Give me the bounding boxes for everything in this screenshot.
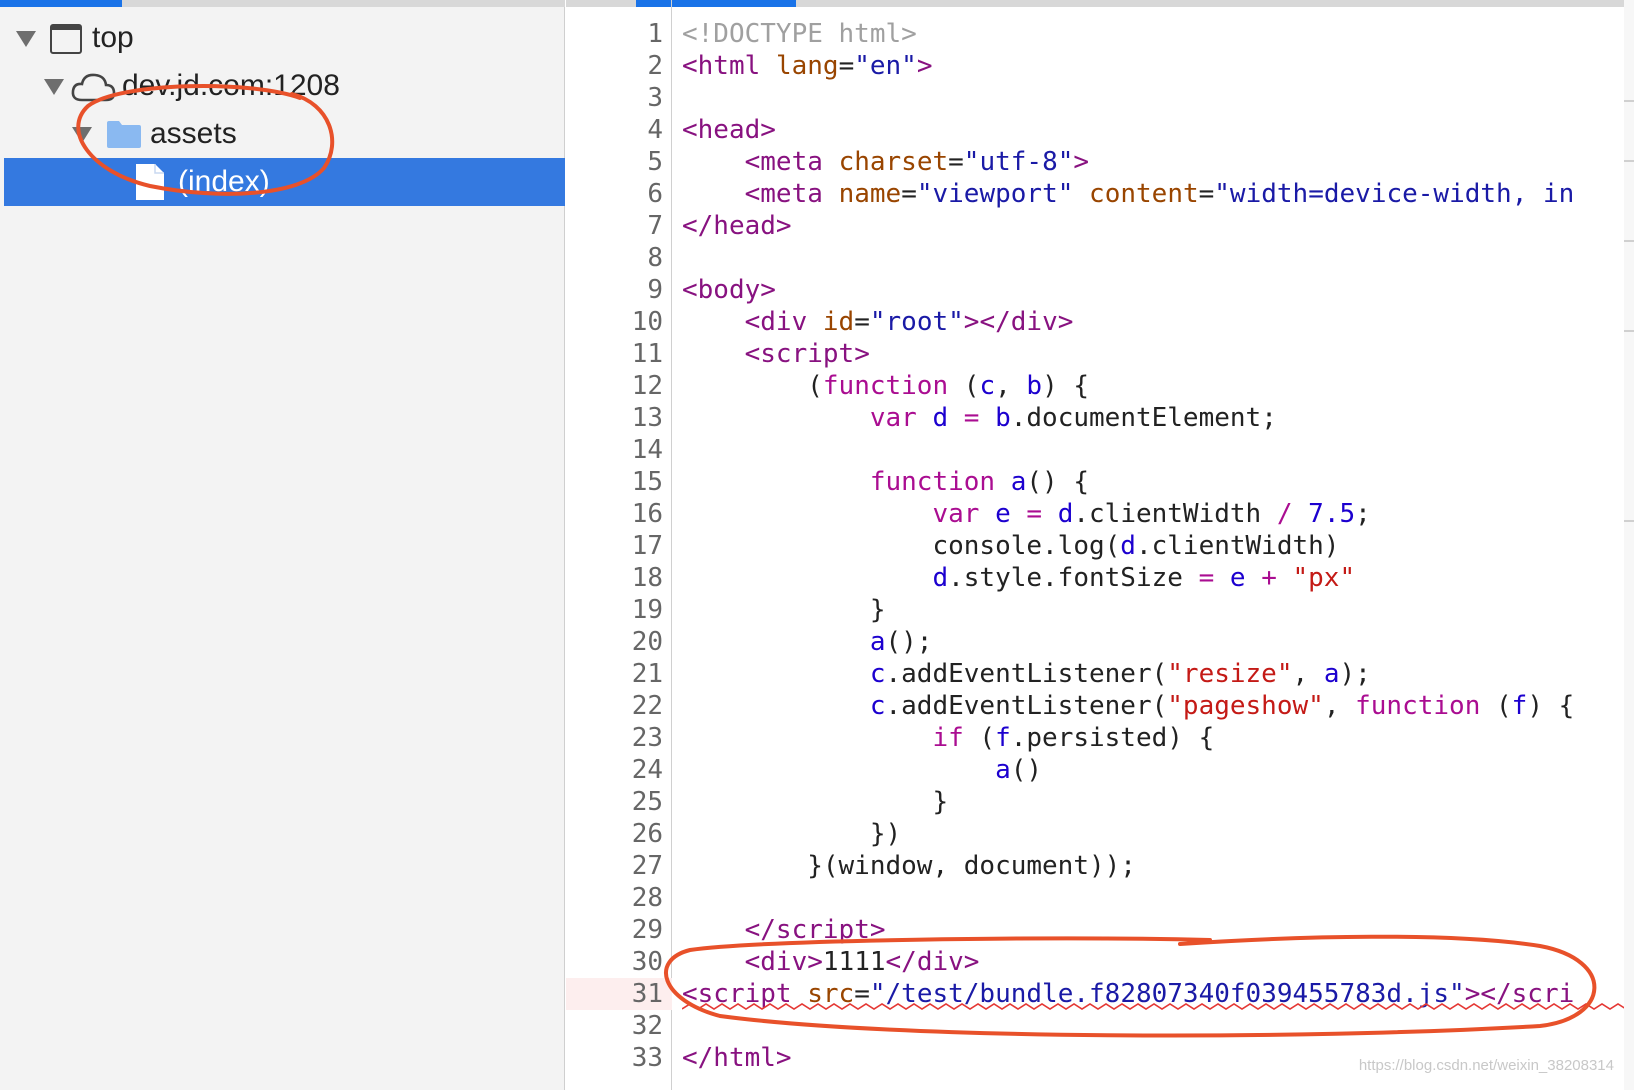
tree-item-label: dev.jd.com:1208 bbox=[122, 69, 340, 102]
line-number[interactable]: 9 bbox=[566, 274, 663, 306]
tree-item-top[interactable]: top bbox=[4, 14, 565, 62]
line-number-gutter[interactable]: 1 2 3 4 5 6 7 8 9 10 11 12 13 14 15 16 17 18 19 20 21 22 23 24 2… bbox=[566, 0, 672, 1090]
tree-item-label: (index) bbox=[178, 165, 270, 198]
tree-item-label: assets bbox=[150, 117, 237, 150]
watermark: https://blog.csdn.net/weixin_38208314 bbox=[1358, 1057, 1614, 1074]
code-line[interactable]: a() bbox=[682, 754, 1042, 786]
source-editor[interactable]: 1 2 3 4 5 6 7 8 9 10 11 12 13 14 15 16 17 18 19 20 21 22 23 24 2… bbox=[566, 0, 1634, 1090]
code-line[interactable]: var d = b.documentElement; bbox=[682, 402, 1277, 434]
code-line[interactable]: <meta name="viewport" content="width=dev… bbox=[682, 178, 1575, 210]
line-number[interactable]: 28 bbox=[566, 882, 663, 914]
line-number[interactable]: 27 bbox=[566, 850, 663, 882]
line-number[interactable]: 17 bbox=[566, 530, 663, 562]
line-number[interactable]: 10 bbox=[566, 306, 663, 338]
vertical-scrollbar[interactable] bbox=[1624, 0, 1634, 1090]
file-icon bbox=[136, 164, 164, 200]
scroll-marker bbox=[1624, 100, 1634, 102]
file-navigator: top dev.jd.com:1208 assets (index) bbox=[0, 0, 565, 1090]
line-number[interactable]: 26 bbox=[566, 818, 663, 850]
line-number[interactable]: 18 bbox=[566, 562, 663, 594]
error-squiggle bbox=[682, 1003, 1627, 1010]
line-number[interactable]: 22 bbox=[566, 690, 663, 722]
frame-icon bbox=[50, 24, 82, 54]
line-number[interactable]: 29 bbox=[566, 914, 663, 946]
line-number[interactable]: 5 bbox=[566, 146, 663, 178]
chevron-down-icon[interactable] bbox=[72, 127, 92, 143]
line-number[interactable]: 11 bbox=[566, 338, 663, 370]
code-line[interactable]: </script> bbox=[682, 914, 886, 946]
line-number[interactable]: 25 bbox=[566, 786, 663, 818]
chevron-down-icon[interactable] bbox=[44, 79, 64, 95]
line-number[interactable]: 21 bbox=[566, 658, 663, 690]
active-tab-indicator[interactable] bbox=[0, 0, 122, 7]
code-line[interactable]: <meta charset="utf-8"> bbox=[682, 146, 1089, 178]
cloud-icon bbox=[71, 73, 116, 102]
code-line[interactable]: var e = d.clientWidth / 7.5; bbox=[682, 498, 1370, 530]
line-number[interactable]: 4 bbox=[566, 114, 663, 146]
code-line[interactable]: <!DOCTYPE html> bbox=[682, 18, 917, 50]
chevron-down-icon[interactable] bbox=[16, 31, 36, 47]
line-number[interactable]: 15 bbox=[566, 466, 663, 498]
line-number[interactable]: 3 bbox=[566, 82, 663, 114]
line-number[interactable]: 31 bbox=[566, 978, 663, 1010]
line-number[interactable]: 24 bbox=[566, 754, 663, 786]
line-number[interactable]: 8 bbox=[566, 242, 663, 274]
code-line[interactable]: </head> bbox=[682, 210, 792, 242]
line-number[interactable]: 16 bbox=[566, 498, 663, 530]
line-number[interactable]: 13 bbox=[566, 402, 663, 434]
folder-icon bbox=[107, 121, 141, 148]
line-number[interactable]: 14 bbox=[566, 434, 663, 466]
line-number[interactable]: 30 bbox=[566, 946, 663, 978]
line-number[interactable]: 7 bbox=[566, 210, 663, 242]
scroll-marker bbox=[1624, 240, 1634, 242]
code-line[interactable]: (function (c, b) { bbox=[682, 370, 1089, 402]
line-number[interactable]: 19 bbox=[566, 594, 663, 626]
code-line[interactable]: function a() { bbox=[682, 466, 1089, 498]
code-line[interactable]: console.log(d.clientWidth) bbox=[682, 530, 1339, 562]
code-line[interactable]: d.style.fontSize = e + "px" bbox=[682, 562, 1355, 594]
code-line[interactable]: c.addEventListener("resize", a); bbox=[682, 658, 1371, 690]
code-line[interactable]: <body> bbox=[682, 274, 776, 306]
line-number[interactable]: 12 bbox=[566, 370, 663, 402]
code-line[interactable]: <html lang="en"> bbox=[682, 50, 933, 82]
code-line[interactable]: if (f.persisted) { bbox=[682, 722, 1214, 754]
scroll-marker bbox=[1624, 520, 1634, 522]
code-line[interactable]: a(); bbox=[682, 626, 933, 658]
line-number[interactable]: 1 bbox=[566, 18, 663, 50]
code-line[interactable]: }) bbox=[682, 818, 901, 850]
line-number[interactable]: 32 bbox=[566, 1010, 663, 1042]
code-line[interactable]: c.addEventListener("pageshow", function … bbox=[682, 690, 1574, 722]
code-line[interactable]: </html> bbox=[682, 1042, 792, 1074]
line-number[interactable]: 33 bbox=[566, 1042, 663, 1074]
code-line[interactable]: }(window, document)); bbox=[682, 850, 1136, 882]
tree-item-domain[interactable]: dev.jd.com:1208 bbox=[4, 62, 565, 110]
line-number[interactable]: 20 bbox=[566, 626, 663, 658]
code-line[interactable]: <div>1111</div> bbox=[682, 946, 980, 978]
tree-item-label: top bbox=[92, 21, 134, 54]
scroll-marker bbox=[1624, 160, 1634, 162]
tree-item-index[interactable]: (index) bbox=[4, 158, 565, 206]
code-line[interactable]: <script> bbox=[682, 338, 870, 370]
code-line[interactable]: } bbox=[682, 594, 886, 626]
line-number[interactable]: 2 bbox=[566, 50, 663, 82]
tree-item-assets[interactable]: assets bbox=[4, 110, 565, 158]
code-line[interactable]: <div id="root"></div> bbox=[682, 306, 1074, 338]
scroll-marker bbox=[1624, 330, 1634, 332]
code-line[interactable]: } bbox=[682, 786, 948, 818]
line-number[interactable]: 23 bbox=[566, 722, 663, 754]
code-line[interactable]: <head> bbox=[682, 114, 776, 146]
line-number[interactable]: 6 bbox=[566, 178, 663, 210]
